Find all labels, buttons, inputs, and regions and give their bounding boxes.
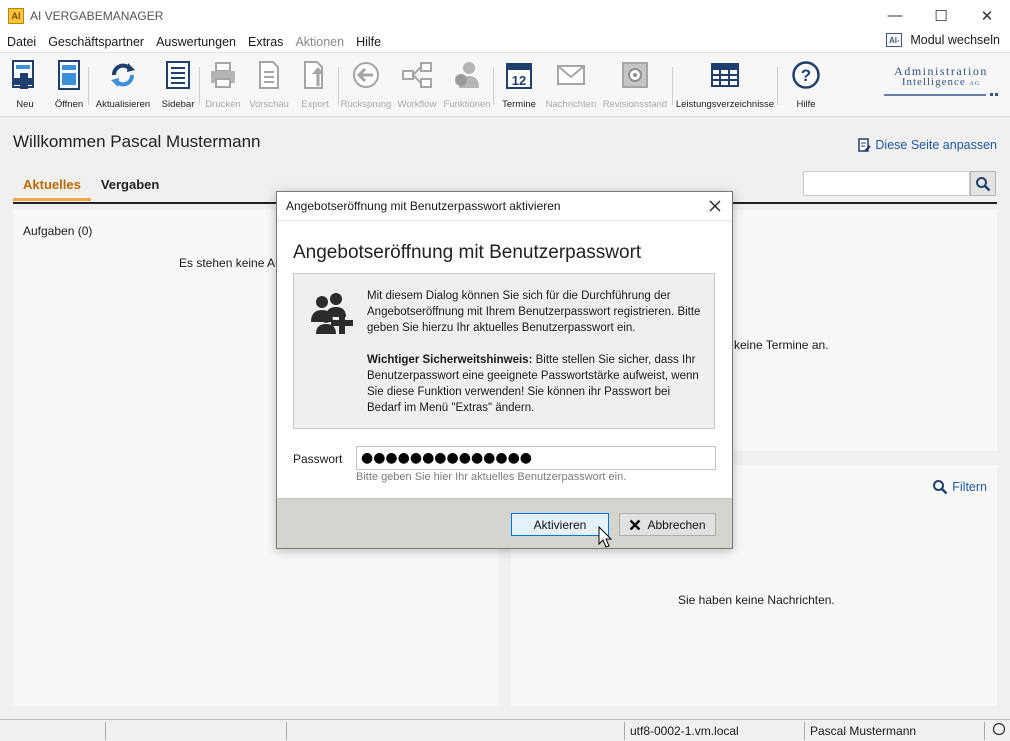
info-box: Mit diesem Dialog können Sie sich für di… [293,273,715,429]
dialog-close-button[interactable] [706,197,724,215]
toolbar-sidebar-button[interactable]: Sidebar [157,53,199,115]
table-icon [709,59,741,91]
functions-icon [451,59,483,91]
filter-search-icon [933,480,948,495]
toolbar-print-button[interactable]: Drucken [200,53,246,115]
title-bar: AI AI VERGABEMANAGER — ☐ ✕ [0,0,1010,31]
print-icon [207,59,239,91]
dialog-titlebar: Angebotseröffnung mit Benutzerpasswort a… [277,192,732,221]
preview-icon [253,59,285,91]
menu-auswertungen[interactable]: Auswertungen [151,35,241,49]
info-paragraph: Mit diesem Dialog können Sie sich für di… [367,290,701,334]
modul-wechseln-label: Modul wechseln [910,33,1000,47]
dialog-footer: Aktivieren Abbrechen [277,498,732,548]
svg-text:?: ? [801,66,811,85]
toolbar-preview-button[interactable]: Vorschau [246,53,292,115]
search-input[interactable] [803,171,970,196]
toolbar-functions-button[interactable]: Funktionen [441,53,493,115]
toolbar-workflow-button[interactable]: Workflow [393,53,441,115]
toolbar-back-button[interactable]: Rücksprung [339,53,393,115]
filter-label: Filtern [952,480,987,494]
cancel-button[interactable]: Abbrechen [619,513,716,536]
toolbar-help-button[interactable]: ? Hilfe [778,53,834,115]
cancel-label: Abbrechen [647,517,706,532]
sidebar-icon [162,59,194,91]
menu-hilfe[interactable]: Hilfe [351,35,386,49]
tab-aktuelles[interactable]: Aktuelles [13,171,91,201]
menu-geschaeftspartner[interactable]: Geschäftspartner [43,35,149,49]
logo-underline [884,93,998,96]
mail-icon [555,59,587,91]
menu-bar: Datei Geschäftspartner Auswertungen Extr… [0,31,1010,53]
info-text: Mit diesem Dialog können Sie sich für di… [367,288,707,432]
page-title: Willkommen Pascal Mustermann [13,132,261,151]
clipboard-edit-icon [858,138,872,152]
company-logo-line2: Intelligence [901,76,966,88]
menu-datei[interactable]: Datei [2,35,41,49]
toolbar: Neu Öffnen Aktualisieren Sidebar Drucken… [0,53,1010,117]
workflow-icon [401,59,433,91]
status-server: utf8-0002-1.vm.local [624,722,804,740]
dialog-title: Angebotseröffnung mit Benutzerpasswort a… [286,199,561,213]
search-button[interactable] [970,171,996,196]
close-window-button[interactable]: ✕ [964,0,1010,31]
password-label: Passwort [293,452,343,466]
security-warning: Wichtiger Sicherweitshinweis: Bitte stel… [367,352,707,416]
safe-icon [619,59,651,91]
window-title: AI VERGABEMANAGER [30,8,164,23]
refresh-icon [107,59,139,91]
tasks-empty-text: Es stehen keine Au [179,256,282,270]
export-icon [299,59,331,91]
cancel-x-icon [630,519,641,530]
menu-extras[interactable]: Extras [243,35,288,49]
toolbar-leistungsverzeichnisse-button[interactable]: Leistungsverzeichnisse [673,53,777,115]
status-user: Pascal Mustermann [804,722,984,740]
tasks-title: Aufgaben (0) [23,224,93,238]
password-activation-dialog: Angebotseröffnung mit Benutzerpasswort a… [276,191,733,549]
menu-aktionen[interactable]: Aktionen [290,35,349,49]
filter-link[interactable]: Filtern [932,479,987,495]
password-field[interactable]: ●●●●●●●●●●●●●● [356,446,716,470]
modul-wechseln-button[interactable]: AI- Modul wechseln [886,33,1000,47]
users-add-icon [311,293,353,334]
open-icon [53,59,85,91]
status-segment-empty [105,722,285,740]
search-icon [976,176,991,191]
close-icon [709,200,721,212]
calendar-icon: 12 [503,59,535,91]
new-icon [9,59,41,91]
connection-indicator-icon [984,722,1010,740]
toolbar-new-button[interactable]: Neu [0,53,50,115]
mouse-cursor-icon [598,526,612,548]
back-icon [350,59,382,91]
status-segment-empty [286,722,624,740]
company-logo: Administration Intelligence AG [882,65,1000,98]
status-bar: utf8-0002-1.vm.local Pascal Mustermann [0,719,1010,741]
tab-bar: Aktuelles Vergaben [13,171,169,201]
help-icon: ? [790,59,822,91]
toolbar-nachrichten-button[interactable]: Nachrichten [544,53,598,115]
security-warning-title: Wichtiger Sicherweitshinweis: [367,354,533,366]
app-logo-icon: AI [8,7,24,24]
customize-page-link[interactable]: Diese Seite anpassen [856,137,997,153]
toolbar-open-button[interactable]: Öffnen [50,53,88,115]
tab-vergaben[interactable]: Vergaben [91,171,170,201]
activate-button[interactable]: Aktivieren [511,513,609,536]
module-switch-icon: AI- [886,33,903,47]
toolbar-export-button[interactable]: Export [292,53,338,115]
appointments-empty-text: keine Termine an. [734,338,829,352]
calendar-day-text: 12 [512,73,526,88]
maximize-button[interactable]: ☐ [918,0,964,31]
toolbar-termine-button[interactable]: 12 Termine [494,53,544,115]
password-hint: Bitte geben Sie hier Ihr aktuelles Benut… [356,471,627,483]
customize-page-label: Diese Seite anpassen [875,138,997,152]
dialog-heading: Angebotseröffnung mit Benutzerpasswort [293,242,642,263]
toolbar-refresh-button[interactable]: Aktualisieren [89,53,157,115]
company-logo-suffix: AG [969,81,981,87]
toolbar-revisionsstand-button[interactable]: Revisionsstand [598,53,672,115]
minimize-button[interactable]: — [872,0,918,31]
messages-empty-text: Sie haben keine Nachrichten. [678,593,835,607]
